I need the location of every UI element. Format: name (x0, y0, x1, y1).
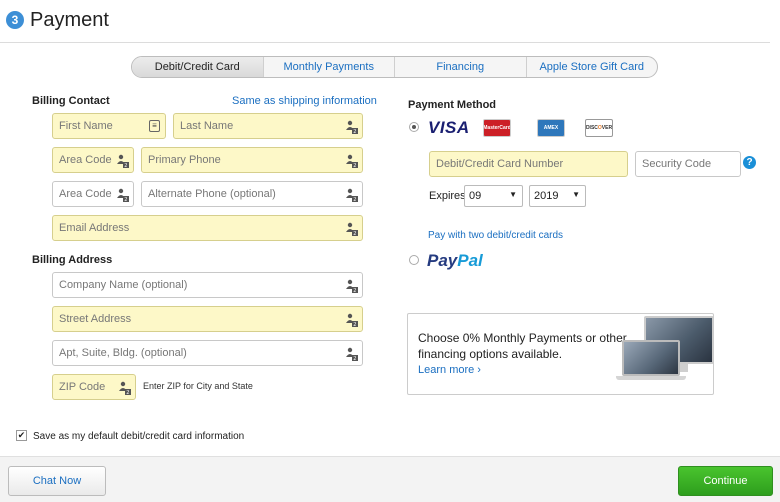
zip-hint: Enter ZIP for City and State (143, 381, 253, 391)
help-icon[interactable]: ? (743, 156, 756, 169)
paypal-radio[interactable] (409, 255, 419, 265)
continue-button[interactable]: Continue (678, 466, 773, 496)
area-code-field[interactable]: Area Code 2 (52, 147, 134, 173)
payment-method-heading: Payment Method (408, 99, 497, 111)
tab-financing[interactable]: Financing (395, 57, 527, 77)
alt-area-code-field[interactable]: Area Code 2 (52, 181, 134, 207)
first-name-field[interactable]: First Name ≡ (52, 113, 166, 139)
tab-monthly-payments[interactable]: Monthly Payments (264, 57, 395, 77)
step-header: 3 Payment (6, 8, 109, 32)
security-code-field[interactable]: Security Code (635, 151, 741, 177)
primary-phone-field[interactable]: Primary Phone 2 (141, 147, 363, 173)
company-placeholder: Company Name (optional) (59, 279, 188, 291)
svg-text:2: 2 (353, 288, 356, 293)
step-number-badge: 3 (6, 11, 24, 29)
contact-card-icon: 2 (346, 347, 358, 362)
billing-contact-heading: Billing Contact (32, 95, 110, 107)
last-name-field[interactable]: Last Name 2 (173, 113, 363, 139)
contact-card-icon: 2 (346, 279, 358, 294)
expires-month-select[interactable]: 09 ▼ (464, 185, 523, 207)
header-divider (0, 42, 770, 43)
discover-logo: DISC O VER (585, 119, 613, 137)
contact-card-icon: 2 (117, 188, 129, 203)
alternate-phone-placeholder: Alternate Phone (optional) (148, 188, 276, 200)
discover-logo-post: VER (601, 125, 613, 131)
email-field[interactable]: Email Address 2 (52, 215, 363, 241)
contact-card-icon: 2 (117, 154, 129, 169)
expires-month-value: 09 (469, 190, 482, 202)
first-name-placeholder: First Name (59, 120, 113, 132)
svg-text:2: 2 (353, 197, 356, 202)
apt-suite-field[interactable]: Apt, Suite, Bldg. (optional) 2 (52, 340, 363, 366)
company-name-field[interactable]: Company Name (optional) 2 (52, 272, 363, 298)
email-placeholder: Email Address (59, 222, 130, 234)
expires-year-value: 2019 (534, 190, 559, 202)
billing-address-heading: Billing Address (32, 254, 113, 266)
contact-card-icon: 2 (346, 120, 358, 135)
chat-now-button[interactable]: Chat Now (8, 466, 106, 496)
tab-debit-credit-card[interactable]: Debit/Credit Card (132, 57, 264, 77)
expires-year-select[interactable]: 2019 ▼ (529, 185, 586, 207)
expires-label: Expires (429, 190, 466, 202)
save-default-label: Save as my default debit/credit card inf… (33, 431, 245, 442)
area-code-placeholder: Area Code (59, 154, 112, 166)
zip-placeholder: ZIP Code (59, 381, 106, 393)
contact-card-icon: 2 (346, 222, 358, 237)
svg-text:2: 2 (353, 231, 356, 236)
save-default-checkbox[interactable]: ✔ (16, 430, 27, 441)
street-address-field[interactable]: Street Address 2 (52, 306, 363, 332)
svg-text:2: 2 (353, 356, 356, 361)
visa-logo: VISA (428, 118, 470, 137)
svg-text:2: 2 (124, 197, 127, 202)
svg-text:2: 2 (124, 163, 127, 168)
last-name-placeholder: Last Name (180, 120, 234, 132)
financing-promo: Choose 0% Monthly Payments or other fina… (407, 313, 714, 395)
contact-card-icon: 2 (346, 313, 358, 328)
id-card-icon: ≡ (149, 120, 160, 132)
svg-text:2: 2 (126, 390, 129, 395)
laptop-image (622, 340, 680, 376)
payment-tabs: Debit/Credit Card Monthly Payments Finan… (131, 56, 658, 78)
paypal-logo-pay: Pay (427, 251, 458, 270)
footer-bar (0, 456, 780, 502)
chevron-down-icon: ▼ (509, 190, 517, 199)
discover-logo-pre: DISC (585, 125, 598, 131)
svg-text:2: 2 (353, 163, 356, 168)
learn-more-link[interactable]: Learn more › (418, 364, 481, 376)
paypal-logo: PayPal (427, 251, 483, 271)
card-number-placeholder: Debit/Credit Card Number (436, 158, 564, 170)
apt-placeholder: Apt, Suite, Bldg. (optional) (59, 347, 187, 359)
svg-text:2: 2 (353, 322, 356, 327)
laptop-base (616, 376, 686, 380)
zip-code-field[interactable]: ZIP Code 2 (52, 374, 136, 400)
pay-with-two-cards-link[interactable]: Pay with two debit/credit cards (428, 230, 563, 241)
street-placeholder: Street Address (59, 313, 132, 325)
svg-text:2: 2 (353, 129, 356, 134)
chevron-down-icon: ▼ (572, 190, 580, 199)
security-code-placeholder: Security Code (642, 158, 712, 170)
contact-card-icon: 2 (346, 154, 358, 169)
paypal-logo-pal: Pal (457, 251, 483, 270)
amex-logo: AMEX (537, 119, 565, 137)
mastercard-logo: MasterCard (483, 119, 511, 137)
same-as-shipping-link[interactable]: Same as shipping information (232, 95, 377, 107)
card-number-field[interactable]: Debit/Credit Card Number (429, 151, 628, 177)
page-title: Payment (30, 8, 109, 31)
promo-text: Choose 0% Monthly Payments or other fina… (418, 331, 627, 361)
primary-phone-placeholder: Primary Phone (148, 154, 221, 166)
alt-area-code-placeholder: Area Code (59, 188, 112, 200)
contact-card-icon: 2 (119, 381, 131, 396)
tab-gift-card[interactable]: Apple Store Gift Card (527, 57, 658, 77)
alternate-phone-field[interactable]: Alternate Phone (optional) 2 (141, 181, 363, 207)
card-payment-radio[interactable] (409, 122, 419, 132)
contact-card-icon: 2 (346, 188, 358, 203)
